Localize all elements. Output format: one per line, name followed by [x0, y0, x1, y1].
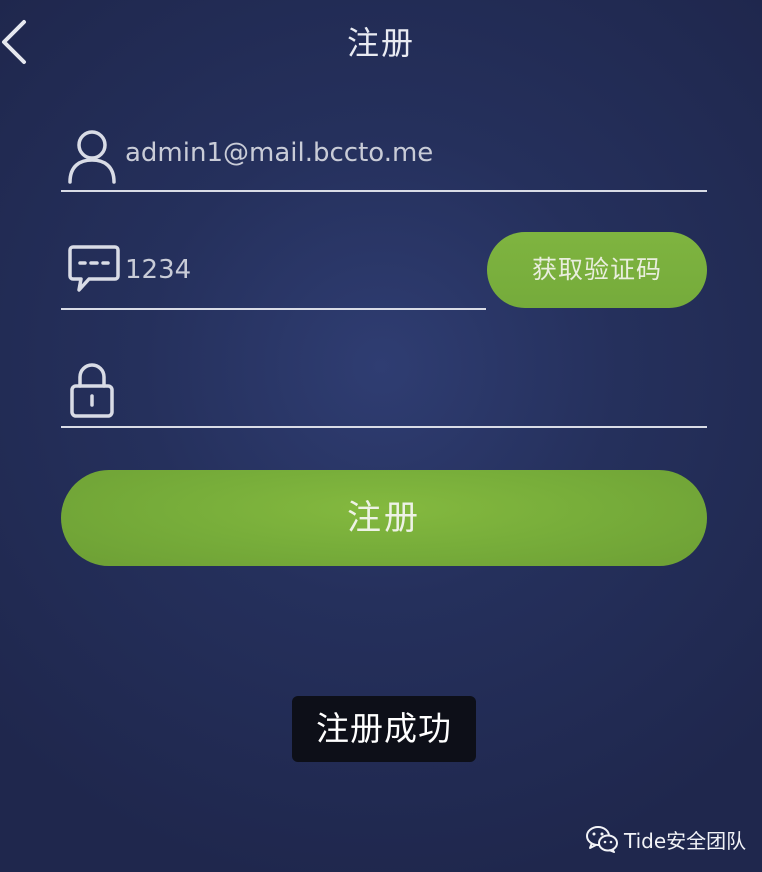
watermark: Tide安全团队: [586, 824, 746, 854]
user-icon: [67, 128, 117, 184]
verification-code-field[interactable]: [61, 236, 486, 310]
get-code-button[interactable]: 获取验证码: [487, 232, 707, 308]
email-input[interactable]: [125, 136, 685, 170]
toast-message: 注册成功: [292, 696, 476, 762]
password-field[interactable]: [61, 356, 707, 428]
email-field[interactable]: [61, 118, 707, 192]
page-title: 注册: [346, 24, 415, 62]
lock-icon: [67, 360, 117, 420]
register-button[interactable]: 注册: [61, 470, 707, 566]
password-input[interactable]: [125, 372, 685, 406]
verification-code-input[interactable]: [125, 253, 465, 287]
message-icon: [67, 244, 121, 294]
wechat-icon: [586, 825, 618, 853]
watermark-text: Tide安全团队: [624, 828, 747, 853]
header-bar: 注册: [0, 0, 762, 84]
